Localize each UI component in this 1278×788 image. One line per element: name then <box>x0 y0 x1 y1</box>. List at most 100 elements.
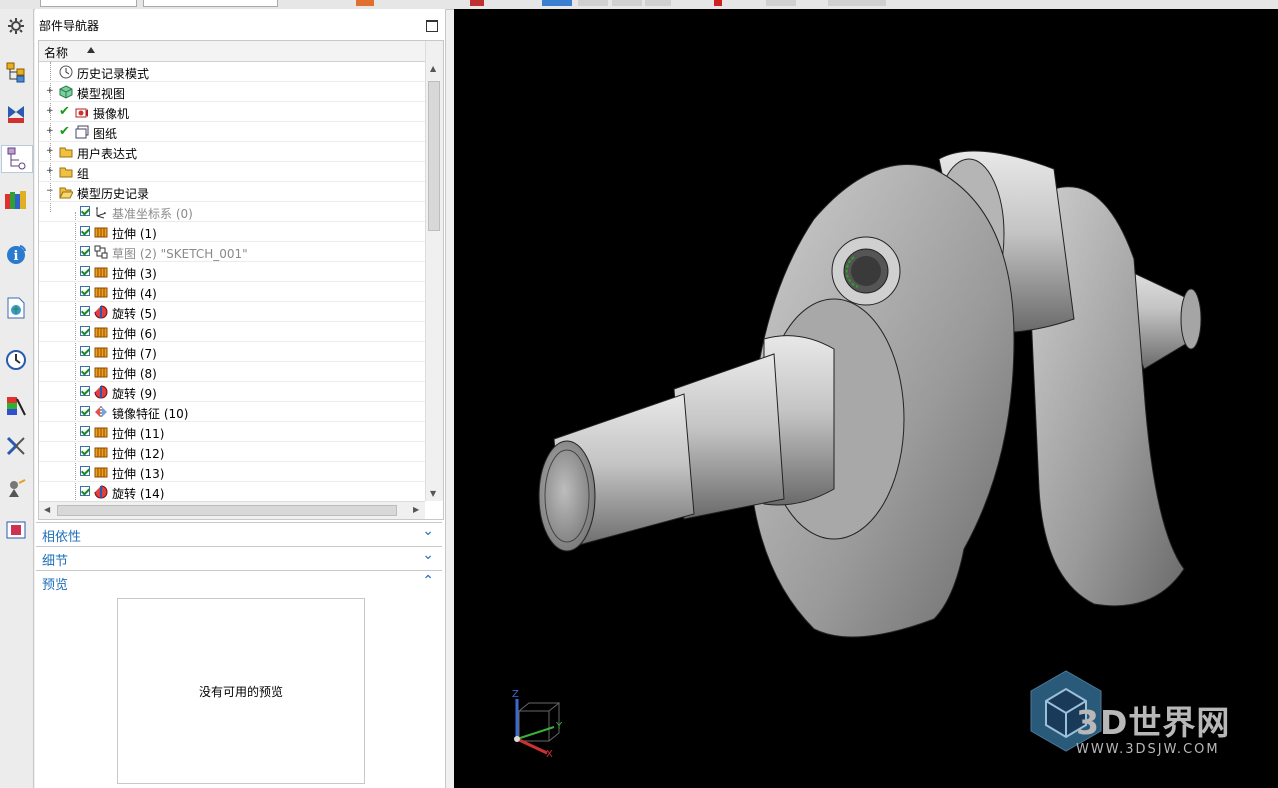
expand-plus-icon[interactable]: + <box>46 107 54 116</box>
scroll-thumb[interactable] <box>428 81 440 231</box>
vertical-scrollbar[interactable]: ▲ ▼ <box>425 41 443 501</box>
history-mode-icon <box>59 65 73 79</box>
visibility-checkbox[interactable] <box>80 306 90 316</box>
scroll-down-icon[interactable]: ▼ <box>430 489 436 498</box>
tree-row-feature[interactable]: 拉伸 (6) <box>39 322 425 342</box>
tree-row-feature[interactable]: 拉伸 (12) <box>39 442 425 462</box>
crankshaft-model[interactable]: Z Y X <box>454 9 1278 788</box>
tree-row-feature[interactable]: 草图 (2) "SKETCH_001" <box>39 242 425 262</box>
toolbar-field[interactable] <box>40 0 137 7</box>
tree-row-feature[interactable]: 旋转 (9) <box>39 382 425 402</box>
tree-row-feature[interactable]: 旋转 (5) <box>39 302 425 322</box>
tree-row-feature[interactable]: 拉伸 (1) <box>39 222 425 242</box>
tree-row-feature[interactable]: 镜像特征 (10) <box>39 402 425 422</box>
row-label: 用户表达式 <box>77 147 138 161</box>
graphics-window[interactable]: Z Y X 3D世界网 WWW.3DSJW.COM <box>454 9 1278 788</box>
tree-row-feature[interactable]: 拉伸 (7) <box>39 342 425 362</box>
tree-row-feature[interactable]: 旋转 (14) <box>39 482 425 502</box>
toolbar-button[interactable] <box>766 0 796 6</box>
scroll-left-icon[interactable]: ◀ <box>44 505 50 514</box>
toolbar-button[interactable] <box>828 0 886 6</box>
expand-plus-icon[interactable]: + <box>46 167 54 176</box>
part-navigator-icon[interactable] <box>1 145 33 173</box>
tree-row-user-expressions[interactable]: + 用户表达式 <box>39 142 425 162</box>
web-browser-icon[interactable] <box>3 295 29 321</box>
column-header[interactable]: 名称 <box>39 41 425 62</box>
hd3d-tools-icon[interactable]: i <box>3 241 29 267</box>
toolbar-button[interactable] <box>714 0 722 6</box>
tree-row-groups[interactable]: + 组 <box>39 162 425 182</box>
expand-chevron-icon[interactable]: ⌄ <box>422 523 434 539</box>
visibility-checkbox[interactable] <box>80 246 90 256</box>
expand-plus-icon[interactable]: + <box>46 147 54 156</box>
preview-section[interactable]: 预览 ⌃ <box>36 570 442 593</box>
tree-row-history-mode[interactable]: 历史记录模式 <box>39 62 425 82</box>
row-label: 拉伸 (1) <box>112 227 157 241</box>
row-label: 拉伸 (11) <box>112 427 165 441</box>
view-triad: Z Y X <box>512 689 563 760</box>
details-section[interactable]: 细节 ⌄ <box>36 546 442 569</box>
system-materials-icon[interactable] <box>3 393 29 419</box>
visibility-checkbox[interactable] <box>80 206 90 216</box>
toolbar-field[interactable] <box>143 0 278 7</box>
visibility-checkbox[interactable] <box>80 446 90 456</box>
visibility-checkbox[interactable] <box>80 346 90 356</box>
expand-plus-icon[interactable]: + <box>46 87 54 96</box>
resource-bar: i <box>0 9 34 788</box>
toolbar-button[interactable] <box>645 0 671 6</box>
tree-row-feature[interactable]: 拉伸 (11) <box>39 422 425 442</box>
preview-box: 没有可用的预览 <box>117 598 365 784</box>
tree-row-cameras[interactable]: + ✔ 摄像机 <box>39 102 425 122</box>
dependencies-section[interactable]: 相依性 ⌄ <box>36 522 442 545</box>
tree-row-model-history[interactable]: − 模型历史记录 <box>39 182 425 202</box>
reuse-library-icon[interactable] <box>3 187 29 213</box>
feature-tree: 名称 历史记录模式 + 模型视图 + ✔ 摄像机 + ✔ 图纸 + 用户表达式 … <box>38 40 444 520</box>
visibility-checkbox[interactable] <box>80 466 90 476</box>
tree-row-feature[interactable]: 基准坐标系 (0) <box>39 202 425 222</box>
triad-y-label: Y <box>555 721 563 732</box>
expand-plus-icon[interactable]: + <box>46 127 54 136</box>
tree-row-feature[interactable]: 拉伸 (8) <box>39 362 425 382</box>
toolbar-button[interactable] <box>470 0 484 6</box>
extrude-icon <box>94 327 108 338</box>
collapse-chevron-icon[interactable]: ⌃ <box>422 573 434 589</box>
tree-row-feature[interactable]: 拉伸 (4) <box>39 282 425 302</box>
roles-icon[interactable] <box>3 517 29 543</box>
visibility-checkbox[interactable] <box>80 426 90 436</box>
manufacturing-wizards-icon[interactable] <box>3 475 29 501</box>
expand-chevron-icon[interactable]: ⌄ <box>422 547 434 563</box>
tree-row-model-views[interactable]: + 模型视图 <box>39 82 425 102</box>
horizontal-scrollbar[interactable]: ◀ ▶ <box>39 501 425 519</box>
tree-row-feature[interactable]: 拉伸 (3) <box>39 262 425 282</box>
scroll-up-icon[interactable]: ▲ <box>430 64 436 73</box>
visibility-checkbox[interactable] <box>80 386 90 396</box>
visibility-checkbox[interactable] <box>80 286 90 296</box>
section-title: 预览 <box>42 578 69 593</box>
toolbar-button[interactable] <box>356 0 374 6</box>
assembly-navigator-icon[interactable] <box>3 59 29 85</box>
process-studio-icon[interactable] <box>3 433 29 459</box>
maximize-icon[interactable] <box>426 20 438 32</box>
visibility-checkbox[interactable] <box>80 226 90 236</box>
visibility-checkbox[interactable] <box>80 406 90 416</box>
visibility-checkbox[interactable] <box>80 366 90 376</box>
panel-title: 部件导航器 <box>39 19 100 33</box>
visibility-checkbox[interactable] <box>80 486 90 496</box>
scroll-right-icon[interactable]: ▶ <box>413 505 419 514</box>
history-icon[interactable] <box>3 347 29 373</box>
scroll-thumb[interactable] <box>57 505 397 516</box>
tree-row-drawings[interactable]: + ✔ 图纸 <box>39 122 425 142</box>
sort-ascending-icon <box>87 47 95 53</box>
row-label: 拉伸 (8) <box>112 367 157 381</box>
toolbar-button[interactable] <box>542 0 572 6</box>
visibility-checkbox[interactable] <box>80 326 90 336</box>
extrude-icon <box>94 347 108 358</box>
tree-row-feature[interactable]: 拉伸 (13) <box>39 462 425 482</box>
constraint-navigator-icon[interactable] <box>3 101 29 127</box>
settings-gear-icon[interactable] <box>3 13 29 39</box>
toolbar-button[interactable] <box>612 0 642 6</box>
row-label: 旋转 (9) <box>112 387 157 401</box>
collapse-minus-icon[interactable]: − <box>46 187 54 196</box>
toolbar-button[interactable] <box>578 0 608 6</box>
visibility-checkbox[interactable] <box>80 266 90 276</box>
